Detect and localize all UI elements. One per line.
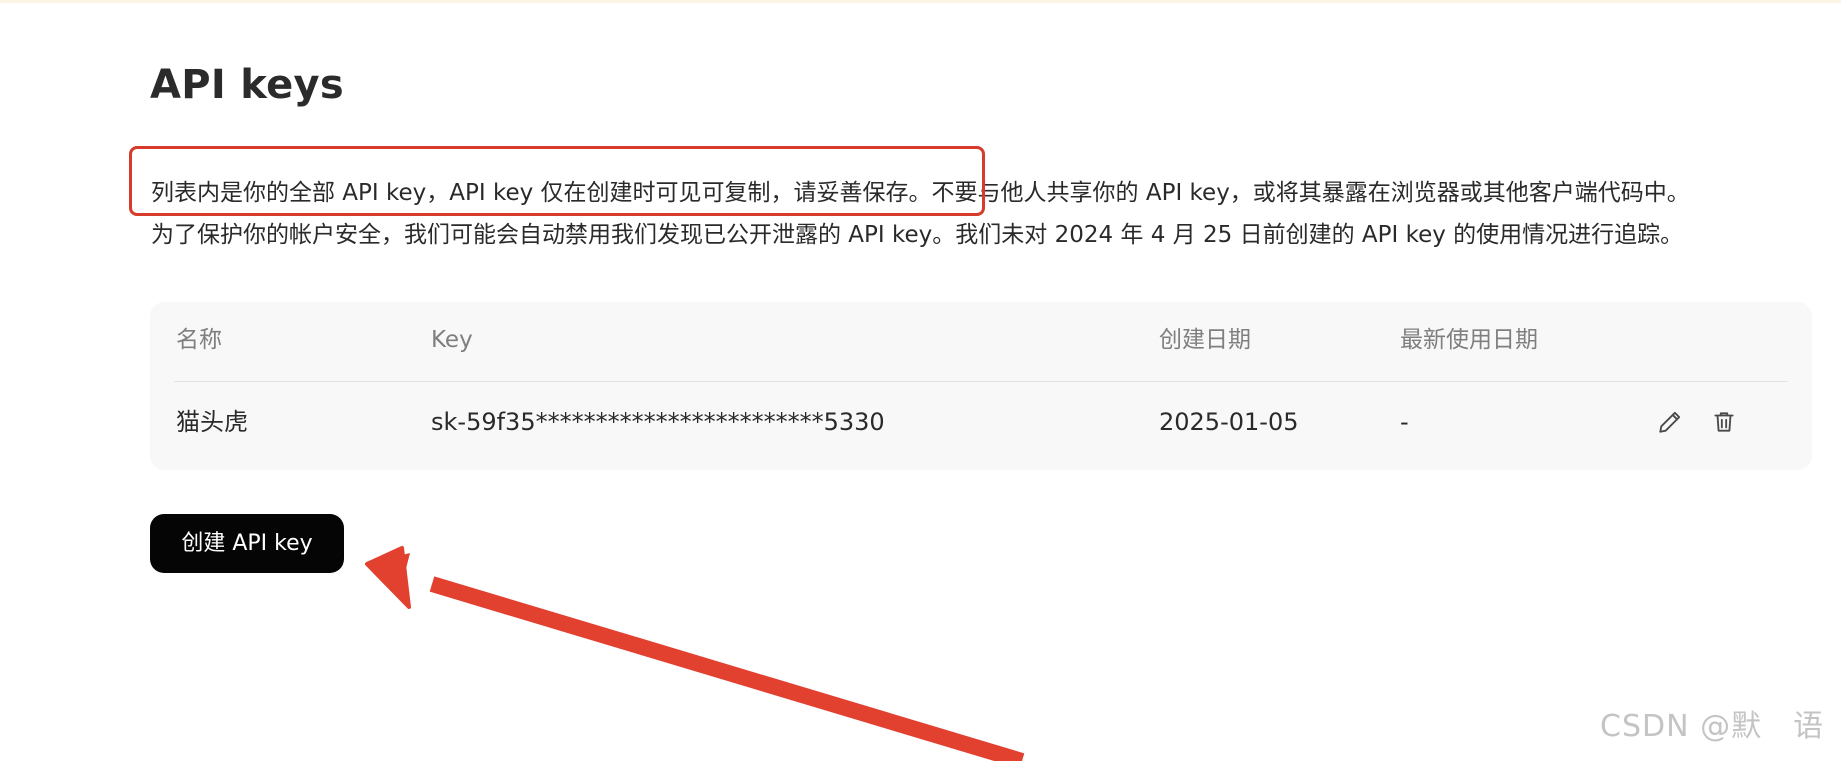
table-row: 猫头虎 sk-59f35************************5330… — [150, 384, 1812, 460]
watermark: CSDN @默 语 — [1600, 709, 1825, 744]
pencil-icon[interactable] — [1654, 406, 1686, 438]
column-header-last-used-date: 最新使用日期 — [1400, 327, 1538, 353]
key-name: 猫头虎 — [176, 408, 248, 436]
created-date: 2025-01-05 — [1159, 408, 1299, 436]
top-strip — [0, 0, 1841, 3]
column-header-created-date: 创建日期 — [1159, 327, 1251, 353]
description-line: 为了保护你的帐户安全，我们可能会自动禁用我们发现已公开泄露的 API key。我… — [151, 222, 1684, 248]
column-header-key: Key — [431, 327, 473, 353]
masked-api-key: sk-59f35************************5330 — [431, 408, 885, 436]
table-divider — [174, 381, 1788, 382]
table-header: 名称 Key 创建日期 最新使用日期 — [150, 302, 1812, 378]
create-api-key-button[interactable]: 创建 API key — [150, 514, 344, 573]
api-keys-table: 名称 Key 创建日期 最新使用日期 猫头虎 sk-59f35*********… — [150, 302, 1812, 470]
column-header-name: 名称 — [176, 327, 222, 353]
trash-icon[interactable] — [1708, 406, 1740, 438]
page-title: API keys — [150, 62, 345, 108]
description: 列表内是你的全部 API key，API key 仅在创建时可见可复制，请妥善保… — [151, 172, 1821, 256]
row-actions — [1654, 384, 1740, 460]
last-used-date: - — [1400, 408, 1409, 436]
description-line: 列表内是你的全部 API key，API key 仅在创建时可见可复制，请妥善保… — [151, 180, 1690, 206]
